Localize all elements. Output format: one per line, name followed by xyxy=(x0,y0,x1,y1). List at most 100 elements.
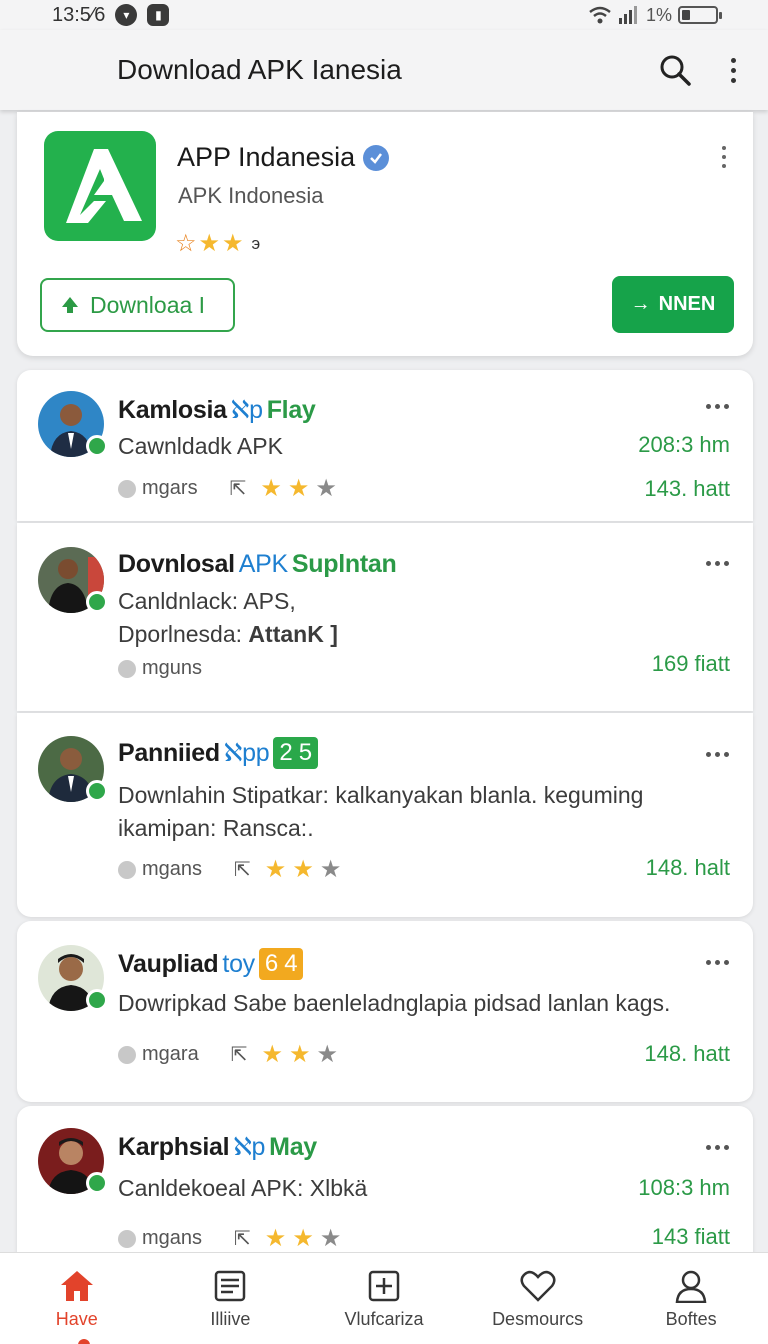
avatar[interactable] xyxy=(38,736,108,802)
post-meta: mgara ⇱ ★ ★ ★ xyxy=(118,1042,338,1067)
post-text: Dowripkad Sabe baenleladnglapia pidsad l… xyxy=(118,990,671,1016)
post-more-icon[interactable] xyxy=(706,404,729,409)
post-time: 143 fiatt xyxy=(651,1224,730,1249)
nav-home[interactable]: Have xyxy=(0,1253,154,1344)
app-developer: APK Indonesia xyxy=(178,183,324,208)
post-reactions: mguns xyxy=(142,657,203,679)
nav-list[interactable]: Illiive xyxy=(154,1253,308,1344)
list-item[interactable]: Vaupliad toy 6 4 Dowripkad Sabe baenlela… xyxy=(17,921,753,1102)
app-name-row: APP Indanesia xyxy=(177,142,390,173)
post-title: Vaupliad toy 6 4 xyxy=(118,948,304,980)
signal-icon xyxy=(618,6,637,24)
star-empty-icon: ★ xyxy=(316,1040,339,1068)
post-distance: 108:3 hm xyxy=(638,1175,730,1200)
post-handle: ℵpp xyxy=(223,739,270,767)
share-icon[interactable]: ⇱ xyxy=(234,857,251,882)
profile-icon xyxy=(675,1270,707,1303)
comment-icon[interactable] xyxy=(118,1045,136,1064)
list-item[interactable]: Panniied ℵpp 2 5 Downlahin Stipatkar: ka… xyxy=(17,713,753,917)
shield-icon: ▮ xyxy=(147,4,170,26)
post-time: 148. hatt xyxy=(644,1041,730,1066)
avatar[interactable] xyxy=(38,391,108,457)
active-indicator xyxy=(78,1339,90,1344)
comment-icon[interactable] xyxy=(118,659,136,678)
post-handle-suffix: Flay xyxy=(266,395,316,424)
comment-icon[interactable] xyxy=(118,860,136,879)
star-icon: ★ xyxy=(264,855,287,883)
list-item[interactable]: Kamlosia ℵp Flay Cawnldadk APK 208:3 hm … xyxy=(17,370,753,521)
post-author: Kamlosia xyxy=(118,395,227,424)
status-right: 1% xyxy=(588,5,722,26)
avatar[interactable] xyxy=(38,547,108,613)
post-text: Canldekoeal APK: Xlbkä xyxy=(118,1175,368,1201)
nav-label: Vlufcariza xyxy=(344,1309,424,1329)
post-handle-suffix: May xyxy=(269,1132,317,1161)
home-icon xyxy=(60,1271,93,1301)
status-time: 13:5⁄6 xyxy=(52,3,106,26)
avatar[interactable] xyxy=(38,945,108,1011)
post-author: Karphsial xyxy=(118,1132,230,1161)
download-button[interactable]: Downloaa I xyxy=(40,278,235,332)
post-text: Canldnlack: APS, Dporlnesda: AttanK ] xyxy=(118,585,713,651)
notification-icon: ▾ xyxy=(115,4,138,26)
app-name: APP Indanesia xyxy=(177,142,356,172)
star-empty-icon: ★ xyxy=(319,1224,342,1252)
post-more-icon[interactable] xyxy=(706,561,729,566)
post-meta: mgans ⇱ ★ ★ ★ xyxy=(118,1226,341,1251)
page-title: Download APK Ianesia xyxy=(117,54,402,85)
list-item[interactable]: Dovnlosal APK Suplntan Canldnlack: APS, … xyxy=(17,523,753,711)
app-bar-actions xyxy=(658,53,740,87)
post-text-line: Canldnlack: APS, xyxy=(118,588,296,614)
online-badge xyxy=(86,989,108,1011)
post-handle: ℵp xyxy=(230,396,263,424)
install-button-label: NNEN xyxy=(658,293,716,315)
star-empty-icon: ★ xyxy=(319,855,342,883)
list-icon xyxy=(215,1270,246,1302)
post-more-icon[interactable] xyxy=(706,960,729,965)
post-tag: 2 5 xyxy=(273,737,318,769)
post-title: Dovnlosal APK Suplntan xyxy=(118,550,397,579)
more-vert-icon[interactable] xyxy=(726,57,740,83)
post-handle: ℵp xyxy=(233,1133,266,1161)
nav-add[interactable]: Vlufcariza xyxy=(307,1253,461,1344)
nav-profile[interactable]: Boftes xyxy=(614,1253,768,1344)
post-title: Panniied ℵpp 2 5 xyxy=(118,737,318,769)
nav-favorites[interactable]: Desmourcs xyxy=(461,1253,615,1344)
star-icon: ★ xyxy=(288,1040,311,1068)
post-text-prefix: Dporlnesda: xyxy=(118,621,249,647)
share-icon[interactable]: ⇱ xyxy=(231,1042,248,1067)
post-more-icon[interactable] xyxy=(706,1145,729,1150)
post-text-bold: AttanK ] xyxy=(248,621,338,647)
star-icon: ★ xyxy=(292,855,314,883)
app-bar: Download APK Ianesia xyxy=(0,30,768,110)
star-icon: ★ xyxy=(292,1224,314,1252)
star-icon: ★ xyxy=(261,1040,283,1068)
comment-icon[interactable] xyxy=(118,479,136,498)
share-icon[interactable]: ⇱ xyxy=(234,1226,251,1251)
avatar[interactable] xyxy=(38,1128,108,1194)
online-badge xyxy=(86,591,108,613)
app-card-more-icon[interactable] xyxy=(717,146,731,168)
online-badge xyxy=(86,1172,108,1194)
share-icon[interactable]: ⇱ xyxy=(230,476,247,501)
download-arrow-icon xyxy=(62,297,78,313)
download-button-label: Downloaa I xyxy=(90,291,206,318)
post-handle-suffix: Suplntan xyxy=(291,550,397,578)
post-more-icon[interactable] xyxy=(706,752,729,757)
nav-label: Boftes xyxy=(665,1309,717,1329)
add-box-icon xyxy=(368,1270,400,1302)
post-title: Kamlosia ℵp Flay xyxy=(118,395,316,425)
list-item[interactable]: Karphsial ℵp May Canldekoeal APK: Xlbkä … xyxy=(17,1106,753,1256)
star-outline-icon: ☆ xyxy=(175,230,197,257)
post-meta: mgars ⇱ ★ ★ ★ xyxy=(118,476,337,501)
post-reactions: mgara xyxy=(142,1043,199,1065)
search-icon[interactable] xyxy=(658,53,692,87)
post-author: Panniied xyxy=(118,738,220,767)
install-button[interactable]: → NNEN xyxy=(612,276,734,333)
nav-label: Desmourcs xyxy=(492,1309,584,1329)
star-icon: ★ xyxy=(222,230,244,257)
nav-label: Illiive xyxy=(210,1309,251,1329)
app-rating: ☆ ★ ★ э xyxy=(175,232,260,256)
heart-icon xyxy=(520,1270,556,1302)
comment-icon[interactable] xyxy=(118,1229,136,1248)
